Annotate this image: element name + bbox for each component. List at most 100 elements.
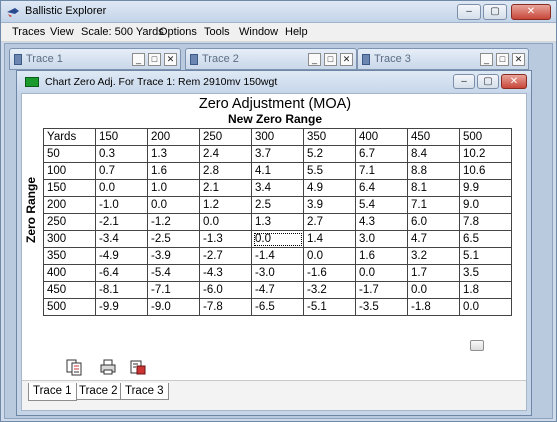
row-header[interactable]: 50	[43, 145, 96, 163]
menu-traces[interactable]: Traces	[12, 26, 45, 38]
trace-2-window[interactable]: Trace 2 _ □ ✕	[185, 48, 357, 70]
trace-3-window[interactable]: Trace 3 _ □ ✕	[357, 48, 529, 70]
table-cell[interactable]: 6.7	[355, 145, 408, 163]
table-cell[interactable]: 10.6	[459, 162, 512, 180]
close-button[interactable]: ✕	[164, 53, 177, 66]
table-cell[interactable]: 1.3	[147, 145, 200, 163]
table-cell[interactable]: 0.0	[459, 298, 512, 316]
table-cell[interactable]: 1.8	[459, 281, 512, 299]
table-cell[interactable]: 3.0	[355, 230, 408, 248]
copy-table-icon[interactable]	[65, 358, 83, 376]
minimize-button[interactable]: –	[453, 74, 475, 89]
row-header[interactable]: 450	[43, 281, 96, 299]
table-cell[interactable]: -6.5	[251, 298, 304, 316]
table-cell[interactable]: 6.4	[355, 179, 408, 197]
close-button[interactable]: ✕	[340, 53, 353, 66]
table-cell[interactable]: 4.3	[355, 213, 408, 231]
table-cell[interactable]: -1.4	[251, 247, 304, 265]
print-icon[interactable]	[99, 358, 117, 376]
table-cell[interactable]: -3.4	[95, 230, 148, 248]
app-titlebar[interactable]: Ballistic Explorer – ▢ ✕	[1, 1, 556, 23]
table-cell[interactable]: 2.1	[199, 179, 252, 197]
row-header[interactable]: 200	[43, 196, 96, 214]
table-cell[interactable]: -7.1	[147, 281, 200, 299]
restore-button[interactable]: _	[308, 53, 321, 66]
maximize-button[interactable]: □	[324, 53, 337, 66]
table-cell[interactable]: -2.5	[147, 230, 200, 248]
table-cell[interactable]: 3.2	[407, 247, 460, 265]
table-cell[interactable]: -1.8	[407, 298, 460, 316]
table-cell[interactable]: 8.1	[407, 179, 460, 197]
menu-tools[interactable]: Tools	[204, 26, 230, 38]
tab-trace-2[interactable]: Trace 2	[74, 383, 123, 400]
column-header[interactable]: 450	[407, 128, 460, 146]
table-cell[interactable]: 6.0	[407, 213, 460, 231]
table-cell[interactable]: 0.0	[355, 264, 408, 282]
table-cell[interactable]: 2.5	[251, 196, 304, 214]
table-cell[interactable]: 0.0	[147, 196, 200, 214]
close-button[interactable]: ✕	[501, 74, 527, 89]
column-header[interactable]: 250	[199, 128, 252, 146]
table-cell[interactable]: -6.0	[199, 281, 252, 299]
table-cell[interactable]: -4.9	[95, 247, 148, 265]
restore-button[interactable]: _	[480, 53, 493, 66]
column-header[interactable]: 300	[251, 128, 304, 146]
table-cell[interactable]: 5.1	[459, 247, 512, 265]
menu-options[interactable]: Options	[159, 26, 197, 38]
table-cell[interactable]: 1.6	[355, 247, 408, 265]
table-cell[interactable]: 1.0	[147, 179, 200, 197]
maximize-button[interactable]: ▢	[477, 74, 499, 89]
table-cell[interactable]: 0.0	[407, 281, 460, 299]
table-cell[interactable]: 0.0	[95, 179, 148, 197]
table-cell[interactable]: -1.2	[147, 213, 200, 231]
maximize-button[interactable]: □	[496, 53, 509, 66]
table-cell[interactable]: 1.6	[147, 162, 200, 180]
maximize-button[interactable]: □	[148, 53, 161, 66]
table-cell[interactable]: -2.7	[199, 247, 252, 265]
table-cell[interactable]: 2.7	[303, 213, 356, 231]
table-cell[interactable]: 3.7	[251, 145, 304, 163]
scrollbar-thumb[interactable]	[470, 340, 484, 351]
table-cell[interactable]: -5.4	[147, 264, 200, 282]
maximize-button[interactable]: ▢	[483, 4, 507, 20]
table-cell[interactable]: -3.9	[147, 247, 200, 265]
table-cell[interactable]: 4.7	[407, 230, 460, 248]
table-cell[interactable]: -3.2	[303, 281, 356, 299]
tab-trace-3[interactable]: Trace 3	[120, 383, 169, 400]
table-cell[interactable]: -4.3	[199, 264, 252, 282]
table-cell[interactable]: 7.8	[459, 213, 512, 231]
table-cell[interactable]: 1.4	[303, 230, 356, 248]
table-cell[interactable]: 4.9	[303, 179, 356, 197]
table-cell[interactable]: -7.8	[199, 298, 252, 316]
table-cell[interactable]: -1.3	[199, 230, 252, 248]
table-cell[interactable]: 0.7	[95, 162, 148, 180]
menu-window[interactable]: Window	[239, 26, 278, 38]
table-cell[interactable]: -6.4	[95, 264, 148, 282]
column-header[interactable]: 350	[303, 128, 356, 146]
tab-trace-1[interactable]: Trace 1	[28, 383, 77, 401]
table-cell[interactable]: 2.8	[199, 162, 252, 180]
minimize-button[interactable]: –	[457, 4, 481, 20]
table-cell[interactable]: 3.5	[459, 264, 512, 282]
column-header[interactable]: 200	[147, 128, 200, 146]
table-cell[interactable]: 4.1	[251, 162, 304, 180]
table-cell[interactable]: 8.4	[407, 145, 460, 163]
chart-window-titlebar[interactable]: Chart Zero Adj. For Trace 1: Rem 2910mv …	[17, 71, 531, 93]
table-cell[interactable]: 5.5	[303, 162, 356, 180]
table-cell[interactable]: 3.4	[251, 179, 304, 197]
table-cell[interactable]: 0.0	[199, 213, 252, 231]
row-header[interactable]: 300	[43, 230, 96, 248]
row-header[interactable]: 250	[43, 213, 96, 231]
close-button[interactable]: ✕	[511, 4, 551, 20]
row-header[interactable]: 150	[43, 179, 96, 197]
table-cell[interactable]: 8.8	[407, 162, 460, 180]
row-header[interactable]: 100	[43, 162, 96, 180]
column-header[interactable]: 400	[355, 128, 408, 146]
table-cell[interactable]: -9.9	[95, 298, 148, 316]
close-button[interactable]: ✕	[512, 53, 525, 66]
table-cell[interactable]: 9.0	[459, 196, 512, 214]
table-cell[interactable]: 3.9	[303, 196, 356, 214]
restore-button[interactable]: _	[132, 53, 145, 66]
table-cell[interactable]: -3.0	[251, 264, 304, 282]
table-cell[interactable]: -4.7	[251, 281, 304, 299]
